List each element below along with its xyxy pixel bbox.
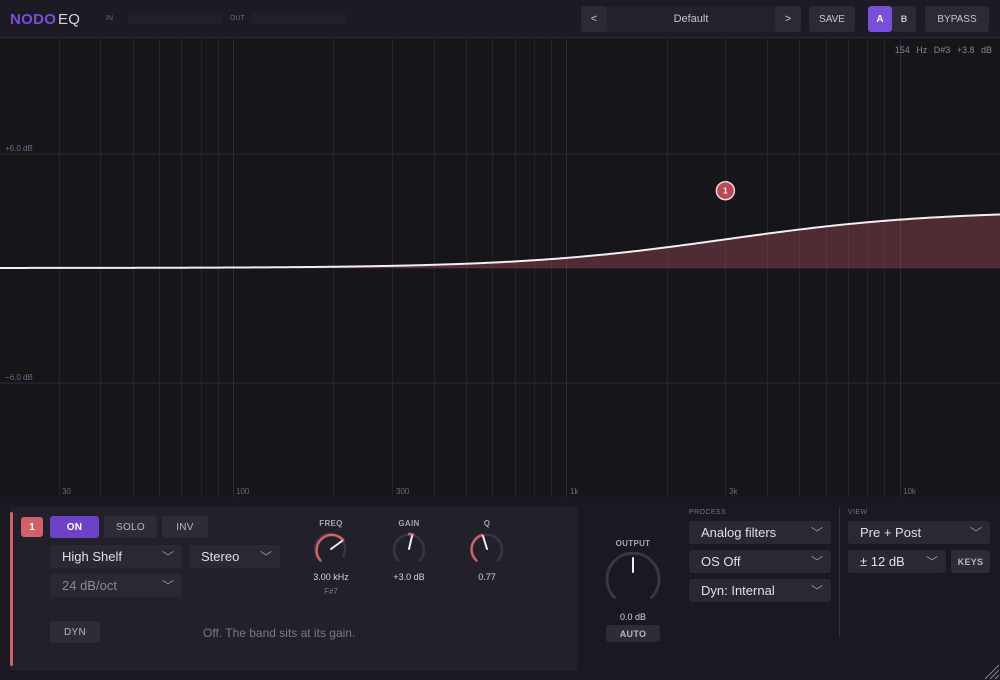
gain-label-minus6: −6.0 dB: [5, 373, 33, 382]
band-on-button[interactable]: ON: [50, 516, 99, 538]
input-meter: [128, 13, 222, 24]
band-color-strip: [10, 512, 13, 666]
freq-knob[interactable]: [313, 531, 349, 567]
q-knob-label: Q: [483, 519, 491, 528]
q-knob[interactable]: [469, 531, 505, 567]
freq-label-3k: 3k: [729, 487, 738, 496]
dynamics-source-dropdown[interactable]: Dyn: Internal ﹀: [689, 579, 831, 602]
output-meter: [252, 13, 346, 24]
output-label: OUTPUT: [615, 539, 651, 548]
preset-next-button[interactable]: >: [775, 6, 801, 32]
input-meter-label: IN: [106, 15, 113, 22]
output-value: 0.0 dB: [619, 612, 647, 622]
band-1-fill: [0, 214, 1000, 268]
product-name: EQ: [58, 11, 81, 28]
slot-b-button[interactable]: B: [892, 6, 916, 32]
save-button[interactable]: SAVE: [809, 6, 855, 32]
preset-prev-button[interactable]: <: [581, 6, 607, 32]
cursor-readout: 154 Hz D#3 +3.8 dB: [894, 45, 992, 55]
resize-grip-icon[interactable]: [982, 662, 1000, 680]
gain-value: +3.0 dB: [393, 572, 425, 582]
slot-a-button[interactable]: A: [868, 6, 892, 32]
auto-gain-button[interactable]: AUTO: [606, 625, 660, 642]
band-1-node-label: 1: [723, 187, 728, 196]
gain-knob[interactable]: [391, 531, 427, 567]
eq-graph-canvas[interactable]: +6.0 dB −6.0 dB 30 100 300 1k 3k 10k 1: [0, 39, 1000, 497]
output-meter-label: OUT: [230, 15, 245, 22]
output-knob[interactable]: [604, 550, 662, 608]
band-number-badge[interactable]: 1: [21, 517, 43, 537]
oversampling-dropdown[interactable]: OS Off ﹀: [689, 550, 831, 573]
preset-selector[interactable]: Default: [607, 6, 775, 32]
dynamic-band-button[interactable]: DYN: [50, 621, 100, 643]
section-divider: [839, 507, 840, 637]
freq-label-300: 300: [396, 487, 410, 496]
eq-graph[interactable]: +6.0 dB −6.0 dB 30 100 300 1k 3k 10k 1 1…: [0, 39, 1000, 497]
nodo-eq-window: NODO EQ IN OUT < Default > SAVE A B BYPA…: [0, 0, 1000, 680]
band-slope-value: 24 dB/oct: [62, 578, 117, 593]
band-type-value: High Shelf: [62, 549, 122, 564]
filter-mode-value: Analog filters: [701, 525, 777, 540]
band-channel-dropdown[interactable]: Stereo ﹀: [189, 545, 280, 568]
chevron-down-icon: ﹀: [810, 584, 823, 598]
freq-value: 3.00 kHz: [313, 572, 349, 582]
gain-knob-label: GAIN: [398, 519, 420, 528]
display-range-dropdown[interactable]: ± 12 dB ﹀: [848, 550, 946, 573]
band-slope-dropdown[interactable]: 24 dB/oct ﹀: [50, 574, 182, 597]
view-mode-value: Pre + Post: [860, 525, 922, 540]
brand-logo: NODO: [10, 11, 57, 28]
band-1-node[interactable]: 1: [715, 180, 736, 201]
freq-label-1k: 1k: [570, 487, 579, 496]
process-section-label: PROCESS: [689, 509, 727, 516]
chevron-down-icon: ﹀: [810, 526, 823, 540]
freq-label-10k: 10k: [903, 487, 917, 496]
view-mode-dropdown[interactable]: Pre + Post ﹀: [848, 521, 990, 544]
band-solo-button[interactable]: SOLO: [104, 516, 157, 538]
dynamics-source-value: Dyn: Internal: [701, 583, 775, 598]
view-section-label: VIEW: [848, 509, 868, 516]
freq-knob-label: FREQ: [319, 519, 343, 528]
keys-toggle-button[interactable]: KEYS: [951, 550, 990, 573]
chevron-down-icon: ﹀: [810, 555, 823, 569]
band-invert-button[interactable]: INV: [162, 516, 208, 538]
display-range-value: ± 12 dB: [860, 554, 905, 569]
freq-note: F#7: [324, 587, 338, 596]
dynamic-status-text: Off. The band sits at its gain.: [203, 626, 356, 640]
freq-label-100: 100: [236, 487, 250, 496]
gain-label-plus6: +6.0 dB: [5, 144, 33, 153]
chevron-down-icon: ﹀: [925, 555, 938, 569]
bypass-button[interactable]: BYPASS: [925, 6, 989, 32]
chevron-down-icon: ﹀: [161, 550, 174, 564]
chevron-down-icon: ﹀: [161, 579, 174, 593]
freq-label-30: 30: [62, 487, 71, 496]
band-type-dropdown[interactable]: High Shelf ﹀: [50, 545, 182, 568]
oversampling-value: OS Off: [701, 554, 741, 569]
q-value: 0.77: [478, 572, 496, 582]
chevron-down-icon: ﹀: [969, 526, 982, 540]
band-channel-value: Stereo: [201, 549, 240, 564]
chevron-down-icon: ﹀: [259, 550, 272, 564]
filter-mode-dropdown[interactable]: Analog filters ﹀: [689, 521, 831, 544]
header-bar: NODO EQ IN OUT < Default > SAVE A B BYPA…: [0, 0, 1000, 38]
